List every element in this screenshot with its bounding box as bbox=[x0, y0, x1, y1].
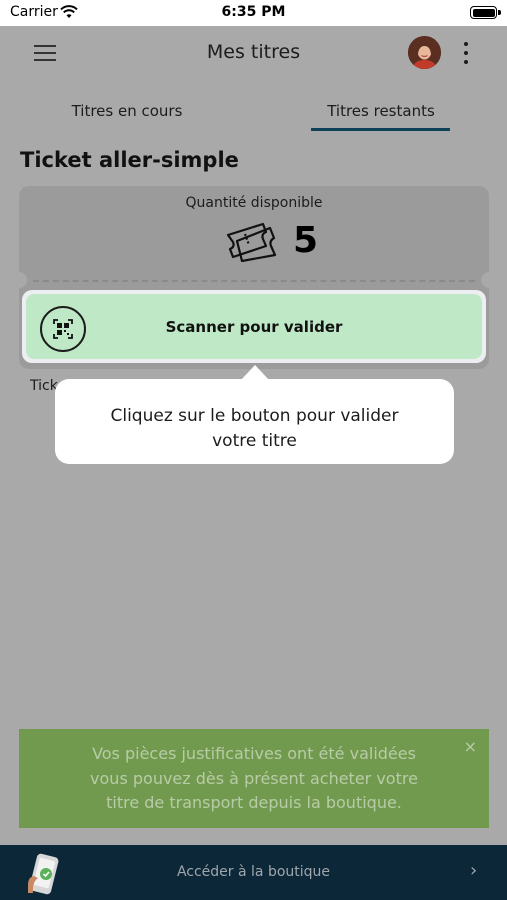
shop-bar[interactable]: Accéder à la boutique › bbox=[0, 845, 507, 900]
active-tab-indicator bbox=[311, 128, 450, 131]
scan-button-inner[interactable]: Scanner pour valider bbox=[26, 294, 482, 359]
scan-button[interactable]: Scanner pour valider bbox=[22, 290, 486, 363]
banner-text: Vos pièces justificatives ont été validé… bbox=[39, 742, 469, 816]
tab-titres-en-cours[interactable]: Titres en cours bbox=[42, 102, 212, 120]
ticket-notch-left bbox=[11, 272, 27, 288]
avatar-image bbox=[408, 36, 441, 69]
clock: 6:35 PM bbox=[221, 4, 286, 20]
tooltip-line-2: votre titre bbox=[212, 431, 297, 451]
battery-cap bbox=[498, 10, 501, 15]
scan-button-label: Scanner pour valider bbox=[165, 318, 343, 336]
quantity-label: Quantité disponible bbox=[185, 195, 323, 211]
avatar[interactable] bbox=[408, 36, 441, 69]
battery-icon bbox=[470, 6, 497, 19]
section-title: Ticket aller-simple bbox=[20, 148, 239, 172]
ticket-icon bbox=[226, 222, 277, 263]
app-header: Mes titres bbox=[0, 26, 507, 84]
validation-banner: Vos pièces justificatives ont été validé… bbox=[19, 729, 489, 828]
shop-link-label: Accéder à la boutique bbox=[176, 864, 331, 880]
tab-titres-restants[interactable]: Titres restants bbox=[311, 102, 451, 120]
banner-line-3: titre de transport depuis la boutique. bbox=[106, 793, 402, 812]
chevron-right-icon: › bbox=[470, 860, 478, 881]
tooltip-text: Cliquez sur le bouton pour valider votre… bbox=[55, 404, 454, 454]
banner-line-2: vous pouvez dès à présent acheter votre bbox=[90, 768, 418, 788]
tooltip-line-1: Cliquez sur le bouton pour valider bbox=[110, 406, 399, 426]
more-vertical-icon[interactable] bbox=[462, 42, 470, 64]
ticket-detail-text: Tick bbox=[30, 378, 58, 394]
quantity-value: 5 bbox=[293, 220, 319, 261]
banner-close-icon[interactable]: × bbox=[464, 737, 477, 756]
ticket-divider bbox=[33, 280, 475, 282]
ticket-notch-right bbox=[481, 272, 497, 288]
status-bar: Carrier 6:35 PM bbox=[0, 0, 507, 26]
tooltip: Cliquez sur le bouton pour valider votre… bbox=[55, 379, 454, 464]
tooltip-arrow bbox=[241, 365, 269, 380]
banner-line-1: Vos pièces justificatives ont été validé… bbox=[92, 744, 416, 763]
